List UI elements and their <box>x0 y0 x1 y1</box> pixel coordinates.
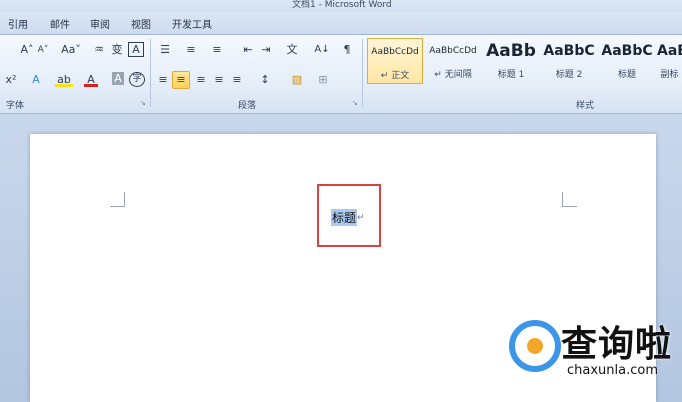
align-right-icon[interactable]: ≡ <box>194 72 208 88</box>
tab-developer[interactable]: 开发工具 <box>172 16 212 31</box>
style-sample: AaBbC <box>543 43 595 59</box>
character-shading-icon[interactable]: A <box>112 72 124 85</box>
style-label: 标题 2 <box>555 70 583 80</box>
style-label: ↵ 无间隔 <box>434 70 472 80</box>
phonetic-guide-icon[interactable]: 变 <box>110 42 124 58</box>
style-sample: AaBbCcDd <box>429 46 477 56</box>
text-effects-icon[interactable]: A <box>28 72 44 88</box>
margin-corner-mark <box>110 192 125 207</box>
increase-indent-icon[interactable]: ⇥ <box>258 42 274 58</box>
group-label-styles: 样式 <box>576 101 595 111</box>
style-title[interactable]: AaBbC 标题 <box>599 38 655 84</box>
character-border-icon[interactable]: A <box>128 42 144 57</box>
style-sample: AaBb <box>486 41 536 61</box>
align-left-icon[interactable]: ≡ <box>156 72 170 88</box>
margin-corner-mark <box>562 192 577 207</box>
distributed-icon[interactable]: ≡ <box>230 72 244 88</box>
group-label-font: 字体 <box>6 101 25 111</box>
style-normal[interactable]: AaBbCcDd ↵ 正文 <box>367 38 423 84</box>
chinese-layout-icon[interactable]: 文 <box>282 42 302 58</box>
watermark-brand-en: chaxunla.com <box>567 363 658 378</box>
style-label: 副标 <box>660 70 679 80</box>
style-heading-2[interactable]: AaBbC 标题 2 <box>541 38 597 84</box>
shrink-font-icon[interactable]: A˅ <box>36 42 50 58</box>
font-dialog-launcher-icon[interactable]: ↘ <box>140 99 148 107</box>
annotation-highlight-box <box>317 184 381 247</box>
magnifier-logo-icon <box>509 320 561 372</box>
decrease-indent-icon[interactable]: ⇤ <box>240 42 256 58</box>
grow-font-icon[interactable]: A˄ <box>20 42 34 58</box>
superscript-icon[interactable]: x² <box>4 72 18 88</box>
sort-icon[interactable]: A↓ <box>313 42 331 58</box>
style-label: 标题 <box>617 70 636 80</box>
style-sample: AaBbCcDd <box>371 47 419 57</box>
style-sample: AaB <box>657 43 682 59</box>
font-color-icon[interactable]: A <box>84 72 98 87</box>
line-spacing-icon[interactable]: ↕ <box>256 72 274 88</box>
multilevel-list-icon[interactable]: ≡ <box>208 42 226 58</box>
group-label-paragraph: 段落 <box>238 101 257 111</box>
watermark-brand-cn: 查询啦 <box>561 324 673 365</box>
window-title: 文档1 - Microsoft Word <box>292 0 392 10</box>
watermark: 查询啦 chaxunla.com <box>509 313 682 383</box>
justify-icon[interactable]: ≡ <box>212 72 226 88</box>
paragraph-dialog-launcher-icon[interactable]: ↘ <box>352 99 360 107</box>
group-divider <box>150 39 151 107</box>
tab-mailings[interactable]: 邮件 <box>50 16 70 31</box>
center-align-icon[interactable]: ≡ <box>172 71 190 89</box>
logo-dot <box>527 338 543 354</box>
numbering-icon[interactable]: ≡ <box>182 42 200 58</box>
style-no-spacing[interactable]: AaBbCcDd ↵ 无间隔 <box>425 38 481 84</box>
clear-format-icon[interactable]: ♒ <box>92 42 106 58</box>
ribbon: A˄ A˅ Aa˅ ♒ 变 A x² A ab A A 字 字体 ↘ ☰ ≡ ≡… <box>0 35 682 114</box>
bullets-icon[interactable]: ☰ <box>156 42 174 58</box>
tab-view[interactable]: 视图 <box>131 16 151 31</box>
highlight-icon[interactable]: ab <box>55 72 73 87</box>
style-label: 标题 1 <box>497 70 525 80</box>
ribbon-tabs: 引用 邮件 审阅 视图 开发工具 <box>0 12 682 35</box>
style-sample: AaBbC <box>601 43 653 59</box>
title-bar: 文档1 - Microsoft Word <box>0 0 682 12</box>
style-label: ↵ 正文 <box>380 71 410 81</box>
tab-review[interactable]: 审阅 <box>90 16 110 31</box>
change-case-icon[interactable]: Aa˅ <box>60 42 82 58</box>
style-heading-1[interactable]: AaBb 标题 1 <box>483 38 539 84</box>
enclose-characters-icon[interactable]: 字 <box>129 72 145 87</box>
paragraph-shading-icon[interactable]: ▧ <box>288 72 306 88</box>
style-subtitle[interactable]: AaB 副标 <box>657 38 682 84</box>
tab-references[interactable]: 引用 <box>8 16 28 31</box>
show-marks-icon[interactable]: ¶ <box>340 42 354 58</box>
styles-gallery: AaBbCcDd ↵ 正文 AaBbCcDd ↵ 无间隔 AaBb 标题 1 A… <box>365 38 682 85</box>
borders-icon[interactable]: ⊞ <box>314 72 332 88</box>
group-divider <box>362 39 363 107</box>
